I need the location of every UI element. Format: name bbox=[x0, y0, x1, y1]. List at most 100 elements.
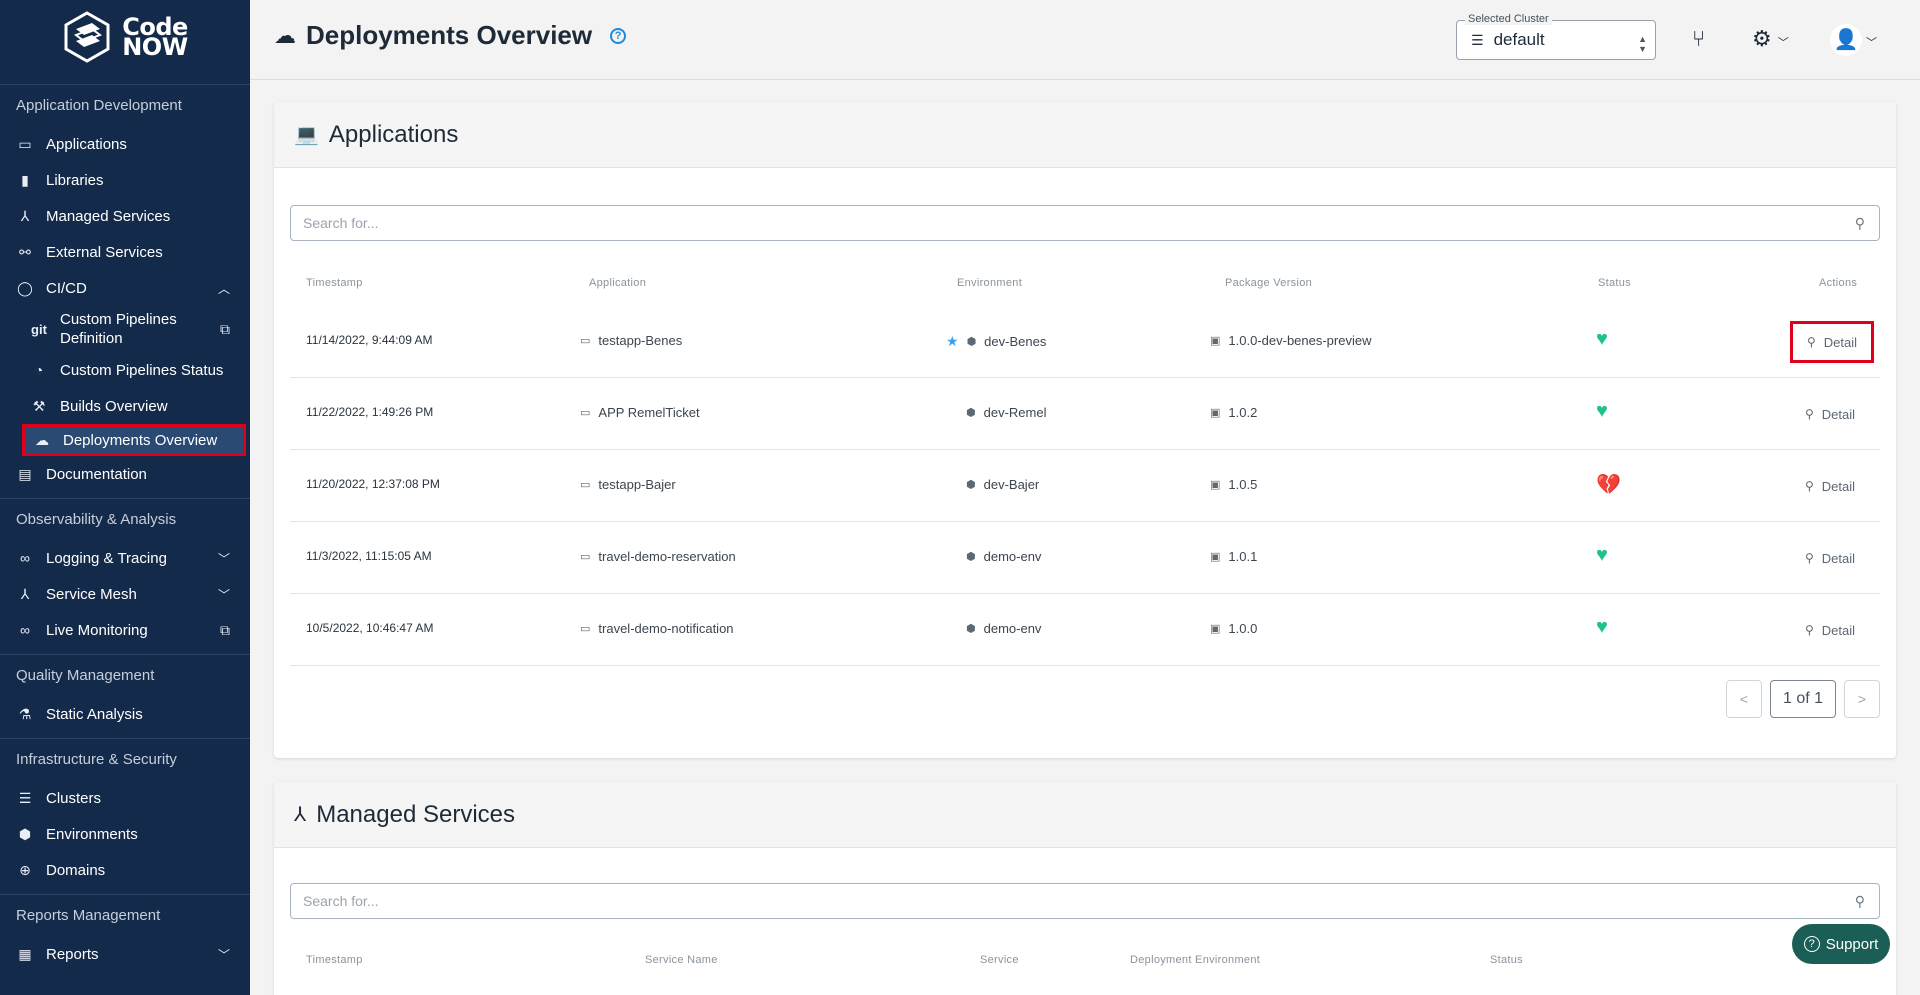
sidebar-item-label: Logging & Tracing bbox=[46, 549, 167, 567]
binoculars-icon: ∞ bbox=[20, 550, 30, 566]
search-icon: ⚲ bbox=[1805, 551, 1814, 565]
detail-button[interactable]: ⚲ Detail bbox=[1805, 609, 1855, 651]
git-branch-icon[interactable]: ⑂ bbox=[1692, 26, 1705, 52]
environment-cell[interactable]: ⬢ dev-Remel bbox=[966, 405, 1046, 420]
detail-button[interactable]: ⚲ Detail bbox=[1805, 465, 1855, 507]
heart-broken-icon: 💔 bbox=[1596, 474, 1621, 496]
dolly-icon: ⅄ bbox=[294, 804, 307, 826]
help-icon[interactable]: ? bbox=[610, 27, 627, 44]
sidebar-item-logging-tracing[interactable]: ∞ Logging & Tracing ﹀ bbox=[0, 540, 250, 576]
table-row: 10/5/2022, 10:46:47 AM ▭ travel-demo-not… bbox=[290, 594, 1880, 666]
laptop-icon: ▭ bbox=[18, 135, 32, 152]
sidebar-item-service-mesh[interactable]: ⅄ Service Mesh ﹀ bbox=[0, 576, 250, 612]
table-row: 11/22/2022, 1:49:26 PM ▭ APP RemelTicket… bbox=[290, 378, 1880, 450]
sidebar-item-domains[interactable]: ⊕ Domains bbox=[0, 852, 250, 888]
git-icon: git bbox=[31, 321, 47, 337]
detail-button[interactable]: ⚲ Detail bbox=[1805, 537, 1855, 579]
prev-page-button[interactable]: < bbox=[1726, 680, 1762, 718]
column-header-deployment-environment: Deployment Environment bbox=[1130, 954, 1261, 966]
sidebar-item-documentation[interactable]: ▤ Documentation bbox=[0, 456, 250, 492]
package-version-cell: ▣ 1.0.0 bbox=[1210, 621, 1258, 636]
application-cell[interactable]: ▭ testapp-Benes bbox=[580, 333, 682, 348]
sidebar-item-environments[interactable]: ⬢ Environments bbox=[0, 816, 250, 852]
column-header-timestamp: Timestamp bbox=[306, 954, 363, 966]
table-row: 11/20/2022, 12:37:08 PM ▭ testapp-Bajer … bbox=[290, 450, 1880, 522]
globe-icon: ⊕ bbox=[19, 861, 31, 878]
laptop-icon: 💻 bbox=[294, 124, 319, 146]
section-infrastructure-security: Infrastructure & Security bbox=[0, 738, 250, 780]
sidebar: Code NOW Application Development ▭ Appli… bbox=[0, 0, 250, 995]
cluster-select[interactable]: Selected Cluster ☰ default ▲ ▼ bbox=[1456, 13, 1656, 60]
page-indicator: 1 of 1 bbox=[1770, 680, 1836, 718]
column-header-status: Status bbox=[1598, 277, 1631, 289]
external-link-icon[interactable]: ⧉ bbox=[220, 622, 230, 639]
application-cell[interactable]: ▭ APP RemelTicket bbox=[580, 405, 700, 420]
gear-icon[interactable]: ⚙ ﹀ bbox=[1752, 26, 1789, 52]
application-cell[interactable]: ▭ travel-demo-notification bbox=[580, 621, 734, 636]
application-cell[interactable]: ▭ travel-demo-reservation bbox=[580, 549, 736, 564]
sidebar-item-applications[interactable]: ▭ Applications bbox=[0, 126, 250, 162]
list-icon: ☰ bbox=[18, 789, 32, 806]
sidebar-item-label: Deployments Overview bbox=[63, 431, 218, 449]
environment-cell[interactable]: ★ ⬢ dev-Benes bbox=[946, 333, 1046, 350]
managed-services-search-input[interactable]: Search for... ⚲ bbox=[290, 883, 1880, 919]
section-quality-management: Quality Management bbox=[0, 654, 250, 696]
history-icon: ◔ bbox=[34, 362, 44, 378]
sidebar-item-cicd[interactable]: ◯ CI/CD ︿ bbox=[0, 270, 250, 306]
environment-cell[interactable]: ⬢ demo-env bbox=[966, 621, 1041, 636]
sidebar-item-custom-pipelines-status[interactable]: ◔ Custom Pipelines Status bbox=[0, 352, 250, 388]
brand-text: Code NOW bbox=[122, 13, 188, 61]
question-circle-icon: ? bbox=[1803, 936, 1820, 952]
sidebar-item-label: CI/CD bbox=[46, 279, 87, 297]
sidebar-item-custom-pipelines-definition[interactable]: git Custom Pipelines Definition ⧉ bbox=[0, 306, 250, 352]
section-reports-management: Reports Management bbox=[0, 894, 250, 936]
applications-card-header: 💻 Applications bbox=[274, 102, 1896, 168]
timestamp-cell: 11/22/2022, 1:49:26 PM bbox=[306, 405, 434, 419]
chevron-down-icon: ﹀ bbox=[217, 551, 230, 566]
user-avatar-icon[interactable]: 👤 ﹀ bbox=[1830, 23, 1877, 56]
application-cell[interactable]: ▭ testapp-Bajer bbox=[580, 477, 676, 492]
column-header-actions: Actions bbox=[1819, 277, 1858, 289]
sidebar-item-reports[interactable]: ▦ Reports ﹀ bbox=[0, 936, 250, 972]
sidebar-item-builds-overview[interactable]: ⚒ Builds Overview bbox=[0, 388, 250, 424]
book-icon: ▮ bbox=[21, 171, 29, 188]
environment-cell[interactable]: ⬢ demo-env bbox=[966, 549, 1041, 564]
select-arrow-icon: ▲ ▼ bbox=[1638, 34, 1647, 54]
search-icon: ⚲ bbox=[1805, 479, 1814, 493]
dolly-icon: ⅄ bbox=[20, 207, 30, 224]
applications-title: Applications bbox=[328, 120, 459, 148]
flask-icon: ⚗ bbox=[18, 705, 32, 722]
next-page-button[interactable]: > bbox=[1844, 680, 1880, 718]
sidebar-item-external-services[interactable]: ⚯ External Services bbox=[0, 234, 250, 270]
sidebar-item-clusters[interactable]: ☰ Clusters bbox=[0, 780, 250, 816]
support-button[interactable]: ? Support bbox=[1792, 924, 1890, 964]
detail-button[interactable]: ⚲ Detail bbox=[1805, 393, 1855, 435]
timestamp-cell: 11/14/2022, 9:44:09 AM bbox=[306, 333, 433, 347]
chevron-down-icon: ﹀ bbox=[217, 587, 230, 602]
managed-services-card-header: ⅄ Managed Services bbox=[274, 782, 1896, 848]
column-header-package-version: Package Version bbox=[1225, 277, 1313, 289]
sidebar-item-label: Builds Overview bbox=[60, 397, 168, 415]
sidebar-item-managed-services[interactable]: ⅄ Managed Services bbox=[0, 198, 250, 234]
sidebar-item-deployments-overview[interactable]: ☁ Deployments Overview bbox=[22, 424, 246, 456]
laptop-icon: ▭ bbox=[580, 335, 591, 347]
environment-cell[interactable]: ⬢ dev-Bajer bbox=[966, 477, 1039, 492]
sidebar-item-static-analysis[interactable]: ⚗ Static Analysis bbox=[0, 696, 250, 732]
heart-icon: ♥ bbox=[1596, 328, 1608, 350]
detail-button[interactable]: ⚲ Detail bbox=[1790, 321, 1875, 363]
column-header-service: Service bbox=[980, 954, 1019, 966]
sidebar-item-libraries[interactable]: ▮ Libraries bbox=[0, 162, 250, 198]
sidebar-item-live-monitoring[interactable]: ∞ Live Monitoring ⧉ bbox=[0, 612, 250, 648]
table-row: 11/3/2022, 11:15:05 AM ▭ travel-demo-res… bbox=[290, 522, 1880, 594]
applications-search-input[interactable]: Search for... ⚲ bbox=[290, 205, 1880, 241]
applications-card: 💻 Applications Search for... ⚲ Timestamp… bbox=[274, 102, 1896, 758]
laptop-icon: ▭ bbox=[580, 407, 591, 419]
brand-logo[interactable]: Code NOW bbox=[0, 0, 250, 74]
column-header-status: Status bbox=[1490, 954, 1523, 966]
search-icon: ⚲ bbox=[1854, 893, 1865, 909]
sidebar-item-label: Custom Pipelines Definition bbox=[60, 311, 177, 347]
service-mesh-icon: ⅄ bbox=[20, 585, 30, 602]
external-link-icon[interactable]: ⧉ bbox=[220, 320, 230, 339]
circle-notch-icon: ◯ bbox=[17, 279, 33, 296]
sidebar-item-label: Domains bbox=[46, 861, 106, 879]
